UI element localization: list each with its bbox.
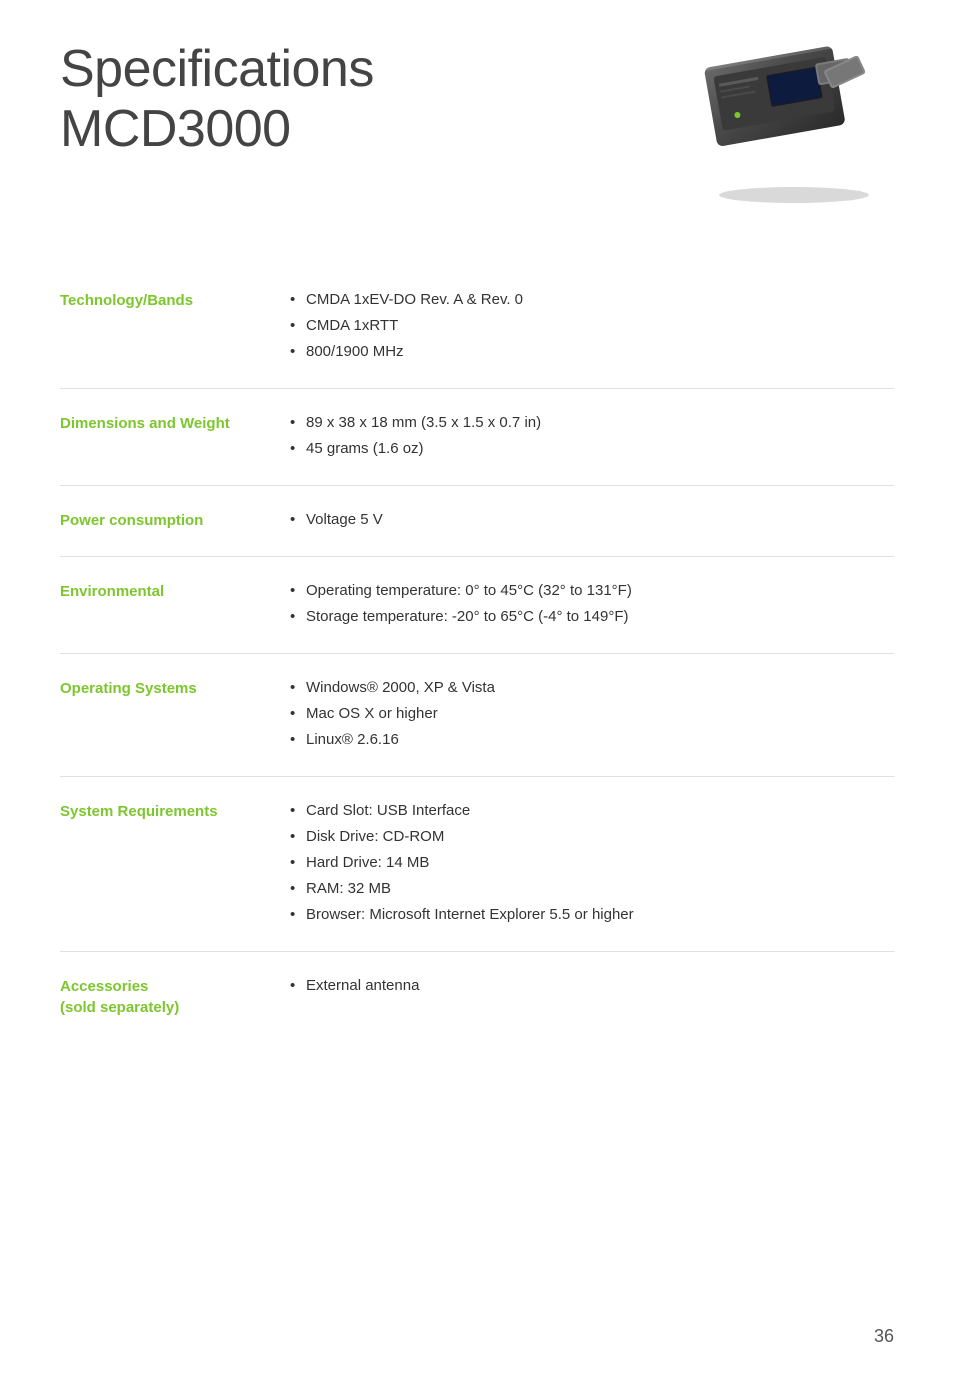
page-title: Specifications xyxy=(60,40,674,100)
spec-item: RAM: 32 MB xyxy=(290,877,894,901)
spec-item: Browser: Microsoft Internet Explorer 5.5… xyxy=(290,903,894,927)
spec-values: Operating temperature: 0° to 45°C (32° t… xyxy=(290,579,894,631)
spec-item: 45 grams (1.6 oz) xyxy=(290,437,894,461)
device-image xyxy=(674,30,894,210)
spec-item: 89 x 38 x 18 mm (3.5 x 1.5 x 0.7 in) xyxy=(290,411,894,435)
spec-item: 800/1900 MHz xyxy=(290,340,894,364)
spec-label: Power consumption xyxy=(60,508,290,531)
spec-item: Hard Drive: 14 MB xyxy=(290,851,894,875)
spec-values: Card Slot: USB InterfaceDisk Drive: CD-R… xyxy=(290,799,894,929)
spec-row: Accessories(sold separately)External ant… xyxy=(60,956,894,1036)
spec-label: Technology/Bands xyxy=(60,288,290,311)
spec-label: Operating Systems xyxy=(60,676,290,699)
title-block: Specifications MCD3000 xyxy=(60,40,674,160)
device-illustration xyxy=(684,35,884,205)
spec-item: Mac OS X or higher xyxy=(290,702,894,726)
spec-values: External antenna xyxy=(290,974,894,1000)
spec-row: Dimensions and Weight89 x 38 x 18 mm (3.… xyxy=(60,393,894,481)
spec-item: External antenna xyxy=(290,974,894,998)
product-model: MCD3000 xyxy=(60,100,674,160)
spec-values: Windows® 2000, XP & VistaMac OS X or hig… xyxy=(290,676,894,754)
spec-item: CMDA 1xEV-DO Rev. A & Rev. 0 xyxy=(290,288,894,312)
page: Specifications MCD3000 xyxy=(0,0,954,1397)
spec-row: System RequirementsCard Slot: USB Interf… xyxy=(60,781,894,947)
spec-item: Disk Drive: CD-ROM xyxy=(290,825,894,849)
spec-item: Linux® 2.6.16 xyxy=(290,728,894,752)
spec-row: Operating SystemsWindows® 2000, XP & Vis… xyxy=(60,658,894,772)
spec-row: Power consumptionVoltage 5 V xyxy=(60,490,894,552)
spec-row: EnvironmentalOperating temperature: 0° t… xyxy=(60,561,894,649)
page-number: 36 xyxy=(874,1326,894,1347)
spec-item: Windows® 2000, XP & Vista xyxy=(290,676,894,700)
spec-values: CMDA 1xEV-DO Rev. A & Rev. 0CMDA 1xRTT80… xyxy=(290,288,894,366)
spec-item: CMDA 1xRTT xyxy=(290,314,894,338)
spec-label: Accessories(sold separately) xyxy=(60,974,290,1018)
spec-item: Storage temperature: -20° to 65°C (-4° t… xyxy=(290,605,894,629)
header-section: Specifications MCD3000 xyxy=(60,40,894,210)
device-shadow xyxy=(719,187,869,203)
spec-label: Dimensions and Weight xyxy=(60,411,290,434)
spec-label: System Requirements xyxy=(60,799,290,822)
spec-item: Operating temperature: 0° to 45°C (32° t… xyxy=(290,579,894,603)
spec-row: Technology/BandsCMDA 1xEV-DO Rev. A & Re… xyxy=(60,270,894,384)
spec-item: Voltage 5 V xyxy=(290,508,894,532)
spec-item: Card Slot: USB Interface xyxy=(290,799,894,823)
specs-table: Technology/BandsCMDA 1xEV-DO Rev. A & Re… xyxy=(60,270,894,1036)
spec-values: Voltage 5 V xyxy=(290,508,894,534)
spec-values: 89 x 38 x 18 mm (3.5 x 1.5 x 0.7 in)45 g… xyxy=(290,411,894,463)
spec-label: Environmental xyxy=(60,579,290,602)
